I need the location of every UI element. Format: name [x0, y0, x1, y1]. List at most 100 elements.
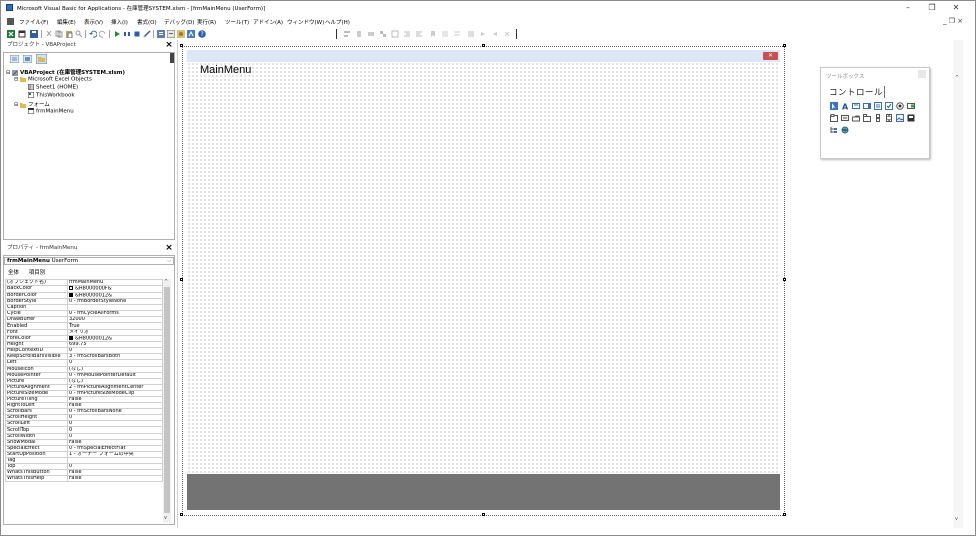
properties-scrollbar[interactable]: ^ v — [163, 279, 171, 523]
property-row[interactable]: WhatsThisHelp False — [5, 475, 163, 483]
image-tool-icon[interactable] — [896, 114, 904, 122]
copy-icon[interactable] — [55, 30, 63, 38]
center-icon[interactable] — [355, 30, 363, 38]
close-button[interactable]: ✕ — [945, 2, 967, 14]
menu-debug[interactable]: デバッグ(D) — [164, 18, 195, 26]
project-explorer-icon[interactable] — [157, 30, 165, 38]
menu-view[interactable]: 表示(V) — [84, 18, 103, 26]
bookmark-icon[interactable] — [429, 30, 437, 38]
design-mode-icon[interactable] — [143, 30, 151, 38]
menu-addins[interactable]: アドイン(A) — [253, 18, 283, 26]
label-tool-icon[interactable]: A — [841, 102, 849, 111]
outdent-icon[interactable] — [415, 30, 423, 38]
reset-icon[interactable] — [133, 30, 141, 38]
tab-alphabetic[interactable]: 全体 — [8, 270, 19, 276]
excel-icon[interactable] — [7, 18, 14, 25]
prev-bookmark-icon[interactable] — [491, 30, 499, 38]
resize-handle[interactable] — [180, 44, 183, 47]
tabstrip-tool-icon[interactable] — [852, 114, 860, 122]
chevron-down-icon[interactable]: ⌵ — [167, 258, 171, 265]
menu-file[interactable]: ファイル(F) — [19, 18, 48, 26]
project-pane-close-icon[interactable]: × — [165, 41, 173, 50]
checkbox-tool-icon[interactable] — [885, 102, 893, 110]
comment-block-icon[interactable] — [441, 30, 449, 38]
tree-node-thisworkbook[interactable]: ThisWorkbook — [28, 92, 75, 99]
same-size-icon[interactable] — [367, 30, 375, 38]
save-icon[interactable] — [30, 30, 38, 38]
scroll-up-icon[interactable]: ^ — [955, 75, 959, 81]
userform-caption-label[interactable]: MainMenu — [200, 64, 251, 76]
tree-node-sheet1[interactable]: Sheet1 (HOME) — [28, 84, 78, 91]
resize-handle[interactable] — [180, 513, 183, 516]
find-icon[interactable] — [75, 30, 83, 38]
globe-control-icon[interactable] — [841, 126, 849, 134]
pane-splitter[interactable] — [170, 53, 174, 63]
excel-view-icon[interactable] — [7, 30, 15, 38]
run-icon[interactable] — [113, 30, 121, 38]
spinbutton-tool-icon[interactable] — [885, 114, 893, 122]
menu-run[interactable]: 実行(R) — [197, 18, 216, 26]
toggle-folders-icon[interactable] — [36, 54, 47, 64]
undo-icon[interactable] — [89, 30, 97, 38]
tree-node-forms[interactable]: ⊟ フォーム — [14, 100, 50, 108]
menu-help[interactable]: ヘルプ(H) — [325, 18, 350, 26]
resize-handle[interactable] — [783, 513, 786, 516]
scrollbar-tool-icon[interactable] — [874, 114, 882, 122]
indent-icon[interactable] — [403, 30, 411, 38]
menu-insert[interactable]: 挿入(I) — [111, 18, 128, 26]
menu-edit[interactable]: 編集(E) — [57, 18, 76, 26]
combobox-tool-icon[interactable] — [863, 102, 871, 110]
align-icon[interactable] — [343, 30, 351, 38]
userform-footer-panel[interactable] — [187, 474, 780, 510]
multipage-tool-icon[interactable] — [863, 114, 871, 122]
tab-categorized[interactable]: 項目別 — [29, 270, 46, 276]
object-browser-icon[interactable] — [177, 30, 185, 38]
optionbutton-tool-icon[interactable] — [896, 102, 904, 110]
restore-button[interactable]: ❐ — [921, 2, 943, 14]
mdi-controls[interactable]: _ ❐ × — [943, 17, 963, 25]
paste-icon[interactable] — [65, 30, 73, 38]
cut-icon[interactable] — [45, 30, 53, 38]
redo-icon[interactable] — [99, 30, 107, 38]
listbox-tool-icon[interactable] — [874, 102, 882, 110]
ungroup-icon[interactable] — [391, 30, 399, 38]
frame-tool-icon[interactable] — [830, 114, 838, 122]
property-value[interactable]: False — [67, 475, 163, 483]
tree-node-excel-objects[interactable]: ⊟ Microsoft Excel Objects — [14, 76, 92, 83]
resize-handle[interactable] — [482, 513, 485, 516]
next-bookmark-icon[interactable] — [479, 30, 487, 38]
group-icon[interactable] — [379, 30, 387, 38]
toggle-bookmark-icon[interactable] — [467, 30, 475, 38]
resize-handle[interactable] — [783, 44, 786, 47]
tree-node-frmmainmenu[interactable]: frmMainMenu — [28, 108, 74, 115]
help-icon[interactable]: ? — [198, 30, 206, 38]
insert-userform-icon[interactable] — [18, 30, 26, 38]
resize-handle[interactable] — [783, 278, 786, 281]
minimize-button[interactable]: – — [897, 2, 919, 14]
view-code-icon[interactable] — [10, 55, 19, 63]
scroll-down-icon[interactable]: v — [955, 516, 958, 522]
tree-node-vbaproject[interactable]: ⊟ VBAProject (在庫管理SYSTEM.xlsm) — [6, 68, 125, 76]
uncomment-block-icon[interactable] — [453, 30, 461, 38]
clear-bookmark-icon[interactable] — [503, 30, 511, 38]
userform-close-icon[interactable]: ✕ — [763, 52, 778, 60]
togglebutton-tool-icon[interactable] — [907, 102, 915, 110]
scroll-up-icon[interactable]: ^ — [164, 279, 168, 285]
menu-tools[interactable]: ツール(T) — [225, 18, 249, 26]
textbox-tool-icon[interactable] — [852, 102, 860, 110]
view-object-icon[interactable] — [23, 55, 32, 63]
treeview-tool-icon[interactable] — [830, 126, 838, 134]
break-icon[interactable] — [123, 30, 131, 38]
toolbox-tab-controls[interactable]: コントロール — [829, 86, 883, 98]
resize-handle[interactable] — [482, 44, 485, 47]
commandbutton-tool-icon[interactable] — [841, 114, 849, 122]
scroll-down-icon[interactable]: v — [164, 515, 167, 521]
toolbox-close-icon[interactable] — [918, 70, 926, 78]
designer-vertical-scrollbar[interactable]: ^ v — [953, 40, 963, 528]
menu-window[interactable]: ウィンドウ(W) — [287, 18, 324, 26]
object-combo[interactable]: frmMainMenu UserForm ⌵ — [4, 257, 174, 265]
properties-window-icon[interactable] — [167, 30, 175, 38]
property-row[interactable]: PictureAlignment 2 - fmPictureAlignmentCe… — [5, 383, 163, 391]
refedit-tool-icon[interactable] — [907, 114, 915, 122]
menu-format[interactable]: 書式(O) — [137, 18, 157, 26]
